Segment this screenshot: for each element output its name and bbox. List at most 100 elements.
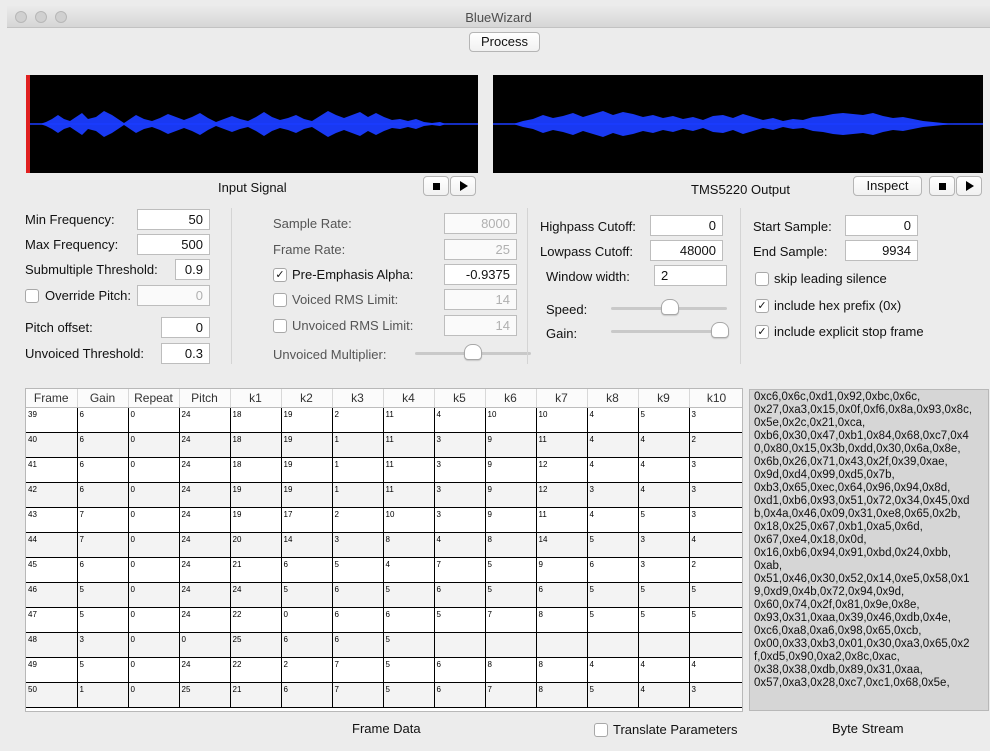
byte-stream-line: 0x67,0xe4,0x18,0x0d, (754, 534, 867, 546)
unvoiced-threshold-field[interactable]: 0.3 (161, 343, 210, 364)
unvoiced-rms-field[interactable]: 14 (444, 315, 517, 336)
byte-stream-text[interactable]: 0xc6,0x6c,0xd1,0x92,0xbc,0x6c, 0x27,0xa3,… (749, 389, 989, 711)
byte-stream-line: 0x00,0x33,0xb3,0x01,0x30,0xa3,0x65,0x2 (754, 638, 970, 650)
table-row[interactable]: 42 6 0 24 19 19 1 11 3 9 12 3 4 3 (26, 482, 742, 508)
column-header[interactable]: Repeat (128, 389, 180, 408)
byte-stream-line: 0x51,0x46,0x30,0x52,0x14,0xe5,0x58,0x1 (754, 573, 970, 585)
table-cell: 5 (383, 657, 435, 683)
table-row[interactable]: 44 7 0 24 20 14 3 8 4 8 14 5 3 4 (26, 532, 742, 558)
column-header[interactable]: Frame (26, 389, 78, 408)
table-cell: 3 (689, 682, 742, 708)
lowpass-cutoff-label: Lowpass Cutoff: (540, 244, 633, 259)
table-cell: 19 (281, 407, 333, 433)
byte-stream-line: f,0xd5,0x90,0xa2,0x8c,0xac, (754, 651, 900, 663)
table-cell: 24 (179, 582, 231, 608)
end-sample-field[interactable]: 9934 (845, 240, 918, 261)
table-row[interactable]: 47 5 0 24 22 0 6 6 5 7 8 5 5 5 (26, 607, 742, 633)
unvoiced-rms-checkbox[interactable] (273, 319, 287, 333)
process-button[interactable]: Process (469, 32, 540, 52)
pre-emphasis-field[interactable]: -0.9375 (444, 264, 517, 285)
table-cell: 11 (383, 432, 435, 458)
table-cell: 5 (689, 582, 742, 608)
unvoiced-multiplier-slider-knob[interactable] (464, 344, 482, 360)
sample-rate-field[interactable]: 8000 (444, 213, 517, 234)
table-row[interactable]: 39 6 0 24 18 19 2 11 4 10 10 4 5 3 (26, 407, 742, 433)
inspect-button[interactable]: Inspect (853, 176, 922, 196)
voiced-rms-checkbox[interactable] (273, 293, 287, 307)
column-header[interactable]: k4 (383, 389, 435, 408)
table-cell: 3 (689, 407, 742, 433)
window-width-field[interactable]: 2 (654, 265, 727, 286)
column-header[interactable]: Gain (77, 389, 129, 408)
table-row[interactable]: 40 6 0 24 18 19 1 11 3 9 11 4 4 2 (26, 432, 742, 458)
gain-slider-track[interactable] (611, 330, 727, 333)
table-cell: 0 (128, 457, 180, 483)
playhead-cursor[interactable] (26, 75, 30, 173)
table-cell: 8 (536, 657, 588, 683)
table-cell: 48 (26, 632, 78, 658)
table-cell: 0 (128, 657, 180, 683)
submultiple-threshold-field[interactable]: 0.9 (175, 259, 210, 280)
min-frequency-field[interactable]: 50 (137, 209, 210, 230)
table-cell: 0 (128, 557, 180, 583)
table-cell: 7 (332, 657, 384, 683)
table-row[interactable]: 49 5 0 24 22 2 7 5 6 8 8 4 4 4 (26, 657, 742, 683)
column-header[interactable]: k3 (332, 389, 384, 408)
table-cell: 0 (281, 607, 333, 633)
column-header[interactable]: k1 (230, 389, 282, 408)
speed-slider-knob[interactable] (661, 299, 679, 315)
voiced-rms-field[interactable]: 14 (444, 289, 517, 310)
output-play-button[interactable] (956, 176, 982, 196)
column-header[interactable]: k10 (689, 389, 742, 408)
column-separator (740, 208, 741, 364)
max-frequency-field[interactable]: 500 (137, 234, 210, 255)
table-row[interactable]: 50 1 0 25 21 6 7 5 6 7 8 5 4 3 (26, 682, 742, 708)
skip-silence-checkbox[interactable] (755, 272, 769, 286)
output-waveform[interactable] (493, 75, 983, 173)
table-cell: 45 (26, 557, 78, 583)
table-cell: 4 (383, 557, 435, 583)
highpass-cutoff-field[interactable]: 0 (650, 215, 723, 236)
table-cell: 3 (434, 482, 486, 508)
hex-prefix-checkbox[interactable]: ✓ (755, 299, 769, 313)
table-row[interactable]: 41 6 0 24 18 19 1 11 3 9 12 4 4 3 (26, 457, 742, 483)
table-cell: 41 (26, 457, 78, 483)
override-pitch-checkbox[interactable] (25, 289, 39, 303)
column-header[interactable]: k5 (434, 389, 486, 408)
input-waveform[interactable] (26, 75, 478, 173)
pitch-offset-field[interactable]: 0 (161, 317, 210, 338)
stop-frame-checkbox[interactable]: ✓ (755, 325, 769, 339)
table-cell: 18 (230, 457, 282, 483)
column-header[interactable]: k9 (638, 389, 690, 408)
highpass-cutoff-label: Highpass Cutoff: (540, 219, 636, 234)
min-frequency-label: Min Frequency: (25, 212, 115, 227)
column-header[interactable]: k7 (536, 389, 588, 408)
table-cell: 4 (638, 482, 690, 508)
frame-table-body: 39 6 0 24 18 19 2 11 4 10 10 4 5 3 40 6 0 24 18 19 1 11 3 9 11 4 4… (26, 407, 742, 708)
column-header[interactable]: k8 (587, 389, 639, 408)
column-header[interactable]: k2 (281, 389, 333, 408)
table-cell: 6 (77, 457, 129, 483)
override-pitch-field[interactable]: 0 (137, 285, 210, 306)
table-row[interactable]: 46 5 0 24 24 5 6 5 6 5 6 5 5 5 (26, 582, 742, 608)
gain-slider-knob[interactable] (711, 322, 729, 338)
table-cell: 5 (587, 582, 639, 608)
input-play-button[interactable] (450, 176, 476, 196)
frame-rate-field[interactable]: 25 (444, 239, 517, 260)
frame-data-table[interactable]: Frame Gain Repeat Pitch k1 k2 k3 k4 k5 k… (25, 388, 743, 712)
lowpass-cutoff-field[interactable]: 48000 (650, 240, 723, 261)
unvoiced-rms-label: Unvoiced RMS Limit: (292, 318, 414, 333)
table-row[interactable]: 48 3 0 0 25 6 6 5 (26, 632, 742, 658)
column-header[interactable]: k6 (485, 389, 537, 408)
start-sample-field[interactable]: 0 (845, 215, 918, 236)
table-cell: 0 (179, 632, 231, 658)
table-cell: 40 (26, 432, 78, 458)
table-cell: 3 (332, 532, 384, 558)
table-row[interactable]: 43 7 0 24 19 17 2 10 3 9 11 4 5 3 (26, 507, 742, 533)
output-stop-button[interactable] (929, 176, 955, 196)
translate-parameters-checkbox[interactable] (594, 723, 608, 737)
pre-emphasis-checkbox[interactable]: ✓ (273, 268, 287, 282)
table-row[interactable]: 45 6 0 24 21 6 5 4 7 5 9 6 3 2 (26, 557, 742, 583)
column-header[interactable]: Pitch (179, 389, 231, 408)
input-stop-button[interactable] (423, 176, 449, 196)
